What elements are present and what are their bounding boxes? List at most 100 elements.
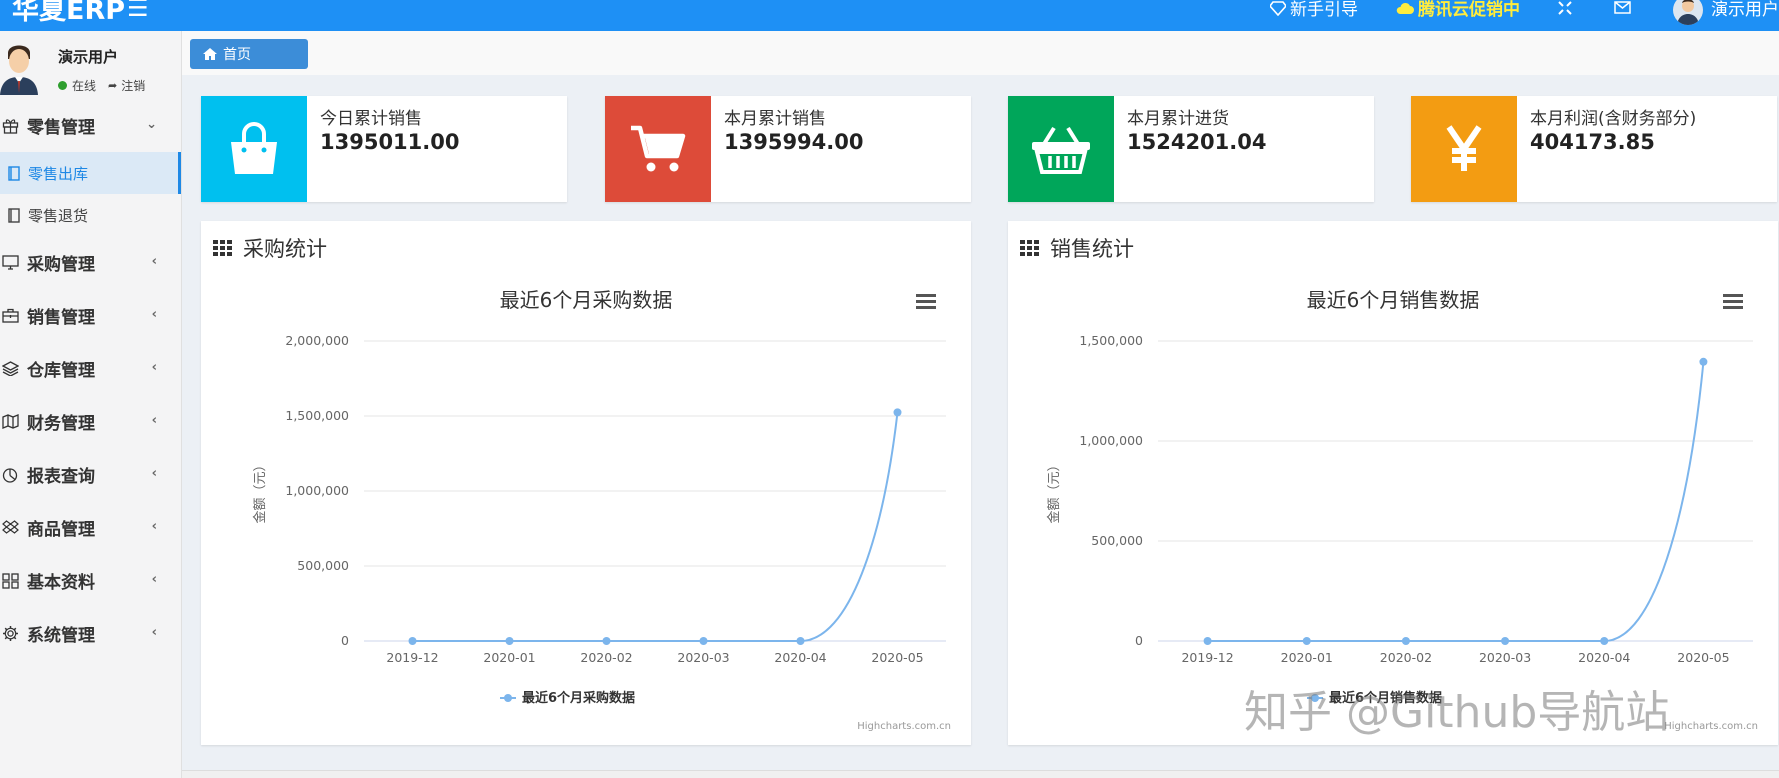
pie-chart-icon xyxy=(2,467,24,483)
sidebar-item-finance[interactable]: 财务管理 ‹ xyxy=(0,395,181,448)
stat-card-month-purchase: 本月累计进货 1524201.04 xyxy=(1008,96,1374,202)
book-icon xyxy=(8,165,20,181)
logout-icon: ➦ xyxy=(108,79,118,92)
chart-credit: Highcharts.com.cn xyxy=(1664,721,1758,732)
x-tick-label: 2020-04 xyxy=(1578,650,1630,665)
chevron-left-icon: ‹ xyxy=(151,413,157,428)
tab-home[interactable]: 首页 xyxy=(190,39,308,69)
stat-value: 404173.85 xyxy=(1530,130,1655,154)
envelope-icon xyxy=(1614,1,1631,14)
menu-icon xyxy=(1723,294,1743,309)
grid-icon xyxy=(2,572,24,589)
legend-label: 最近6个月采购数据 xyxy=(522,690,635,706)
sidebar-item-label: 零售退货 xyxy=(28,206,89,225)
sidebar-item-system[interactable]: 系统管理 ‹ xyxy=(0,607,181,660)
stat-value: 1395011.00 xyxy=(320,130,460,154)
book-icon xyxy=(8,207,20,223)
x-tick-label: 2020-03 xyxy=(1479,650,1531,665)
y-tick-label: 1,500,000 xyxy=(1079,333,1143,348)
y-tick-label: 0 xyxy=(341,633,349,648)
x-tick-label: 2019-12 xyxy=(386,650,438,665)
sidebar-menu: 零售管理 ⌄ 零售出库 零售退货 采购管理 ‹ 销售管理 ‹ 仓库管理 ‹ 财务… xyxy=(0,99,181,660)
data-point xyxy=(1600,637,1609,645)
top-nav-right: 新手引导 腾讯云促销中 演示用户 xyxy=(1232,0,1779,31)
home-icon xyxy=(203,48,217,60)
chevron-left-icon: ‹ xyxy=(151,519,157,534)
sidebar-item-sales[interactable]: 销售管理 ‹ xyxy=(0,289,181,342)
chart-title: 最近6个月采购数据 xyxy=(500,288,673,312)
sidebar-item-retail-return[interactable]: 零售退货 xyxy=(0,194,181,236)
x-tick-label: 2020-01 xyxy=(1281,650,1333,665)
sidebar-item-label: 基本资料 xyxy=(27,573,95,593)
sidebar-item-label: 商品管理 xyxy=(27,520,95,540)
menu-icon-bar xyxy=(1723,294,1743,297)
y-tick-label: 2,000,000 xyxy=(285,333,349,348)
sidebar-item-label: 零售出库 xyxy=(28,164,89,183)
y-tick-label: 500,000 xyxy=(297,558,349,573)
expand-icon xyxy=(1558,0,1572,15)
sidebar-item-purchase[interactable]: 采购管理 ‹ xyxy=(0,236,181,289)
promo-label: 腾讯云促销中 xyxy=(1418,0,1520,20)
x-tick-label: 2020-02 xyxy=(580,650,632,665)
fullscreen-button[interactable] xyxy=(1558,0,1576,15)
user-menu[interactable]: 演示用户 xyxy=(1673,0,1779,25)
sidebar-item-retail[interactable]: 零售管理 ⌄ xyxy=(0,99,181,152)
menu-icon-bar xyxy=(916,300,936,303)
logout-link[interactable]: 注销 xyxy=(121,77,145,94)
gift-icon xyxy=(2,118,24,134)
data-point xyxy=(408,637,417,645)
sidebar-item-products[interactable]: 商品管理 ‹ xyxy=(0,501,181,554)
diamond-icon xyxy=(1270,0,1286,16)
y-tick-label: 1,500,000 xyxy=(285,408,349,423)
stat-label: 本月累计进货 xyxy=(1127,109,1229,129)
stat-card-month-profit: 本月利润(含财务部分) 404173.85 xyxy=(1411,96,1777,202)
layers-icon xyxy=(2,361,24,376)
data-point xyxy=(893,408,902,417)
brand-logo[interactable]: 华夏ERP xyxy=(12,0,125,27)
stat-value: 1524201.04 xyxy=(1127,130,1267,154)
sidebar-item-reports[interactable]: 报表查询 ‹ xyxy=(0,448,181,501)
chart-credit: Highcharts.com.cn xyxy=(857,721,951,732)
sidebar-item-label: 财务管理 xyxy=(27,414,95,434)
basket-icon xyxy=(1008,96,1114,202)
stat-value: 1395994.00 xyxy=(724,130,864,154)
shopping-bag-icon xyxy=(201,96,307,202)
chevron-left-icon: ‹ xyxy=(151,254,157,269)
chevron-left-icon: ‹ xyxy=(151,466,157,481)
x-tick-label: 2020-02 xyxy=(1380,650,1432,665)
stat-label: 本月利润(含财务部分) xyxy=(1530,109,1697,129)
purchase-line-chart: 最近6个月采购数据 0 500,000 1,000,000 1,500,000 2,000… xyxy=(252,288,951,732)
stat-card-month-sales: 本月累计销售 1395994.00 xyxy=(605,96,971,202)
x-tick-label: 2020-04 xyxy=(774,650,826,665)
tab-bar: 首页 xyxy=(182,31,1779,75)
top-navbar: 华夏ERP ☰ 新手引导 腾讯云促销中 演示用户 xyxy=(0,0,1779,31)
sidebar-item-basics[interactable]: 基本资料 ‹ xyxy=(0,554,181,607)
x-tick-label: 2019-12 xyxy=(1181,650,1233,665)
sidebar-item-label: 报表查询 xyxy=(27,467,95,487)
online-status-icon xyxy=(58,81,67,90)
menu-icon xyxy=(916,294,936,309)
x-tick-label: 2020-05 xyxy=(871,650,923,665)
tab-home-label: 首页 xyxy=(223,47,251,63)
sidebar-username: 演示用户 xyxy=(58,48,119,66)
sales-stats-panel: 销售统计 最近6个月销售数据 0 500,000 1,000,000 1,500,000… xyxy=(1008,221,1778,745)
sidebar-item-warehouse[interactable]: 仓库管理 ‹ xyxy=(0,342,181,395)
chevron-down-icon: ⌄ xyxy=(146,117,157,132)
guide-link[interactable]: 新手引导 xyxy=(1270,0,1358,20)
avatar xyxy=(0,45,38,95)
briefcase-icon xyxy=(2,308,24,323)
map-icon xyxy=(2,414,24,429)
gear-icon xyxy=(2,625,24,642)
sidebar-toggle-icon[interactable]: ☰ xyxy=(127,0,149,22)
data-point xyxy=(796,637,805,645)
y-axis-label: 金额（元） xyxy=(1046,458,1062,523)
messages-button[interactable] xyxy=(1614,1,1635,14)
promo-link[interactable]: 腾讯云促销中 xyxy=(1396,0,1520,20)
series-line xyxy=(1207,361,1705,643)
y-axis-label: 金额（元） xyxy=(252,458,268,523)
data-point xyxy=(1401,637,1410,645)
sidebar-item-retail-out[interactable]: 零售出库 xyxy=(0,152,181,194)
menu-icon-bar xyxy=(916,306,936,309)
y-tick-label: 500,000 xyxy=(1091,533,1143,548)
footer-strip xyxy=(182,770,1779,778)
